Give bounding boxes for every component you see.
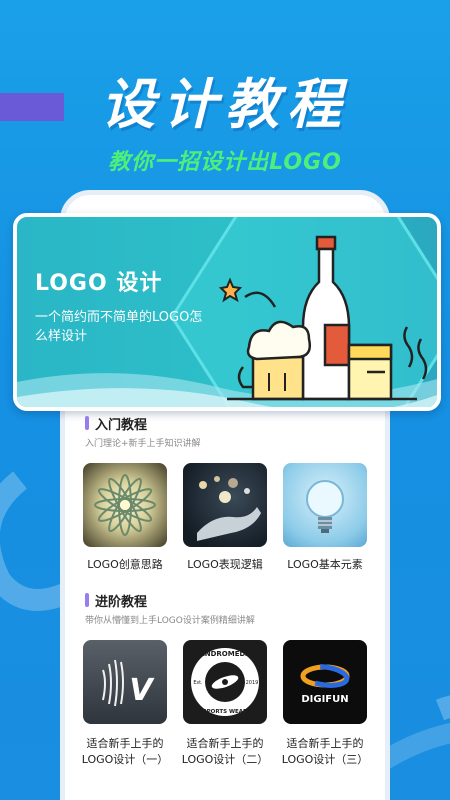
card-label: LOGO基本元素 <box>287 558 363 571</box>
petals-icon <box>94 474 156 536</box>
digifun-text: DIGIFUN <box>301 694 348 705</box>
card-label-line-2: LOGO设计（一） <box>81 753 169 766</box>
thumbnail-digifun: DIGIFUN <box>283 640 367 724</box>
section-marker <box>85 416 89 430</box>
tutorial-card[interactable]: LOGO基本元素 <box>280 463 370 573</box>
card-label-line-2: LOGO设计（二） <box>181 753 269 766</box>
card-label-line-1: 适合新手上手的 <box>86 737 164 750</box>
thumbnail-elements <box>283 463 367 547</box>
card-label-line-1: 适合新手上手的 <box>186 737 264 750</box>
badge-top-text: ANDROMEDA <box>199 650 251 658</box>
section-beginner: 入门教程 入门理论+新手上手知识讲解 LOGO创意思路 LOGO表现逻辑 LOG… <box>75 412 375 573</box>
beer-bottle-illustration <box>218 235 428 401</box>
card-label: LOGO创意思路 <box>87 558 163 571</box>
card-label-line-2: LOGO设计（三） <box>281 753 369 766</box>
lightbulb-icon <box>306 480 344 533</box>
banner-title: LOGO 设计 <box>35 271 163 296</box>
badge-bottom-text: SPORTS WEAR <box>203 709 248 715</box>
section-advanced: 进阶教程 带你从懵懂到上手LOGO设计案例精细讲解 V 适合新手上手的 LOGO… <box>75 589 375 768</box>
thumbnail-logo-v: V <box>83 640 167 724</box>
section-description: 带你从懵懂到上手LOGO设计案例精细讲解 <box>85 616 255 626</box>
andromeda-badge-icon: ANDROMEDA SPORTS WEAR Est. 2019 <box>191 648 259 716</box>
v-logo-icon: V <box>102 659 155 708</box>
tutorial-card[interactable]: LOGO表现逻辑 <box>180 463 270 573</box>
tutorial-card[interactable]: DIGIFUN 适合新手上手的 LOGO设计（三） <box>280 640 370 768</box>
thumbnail-creative <box>83 463 167 547</box>
v-logo-text: V <box>129 673 155 708</box>
badge-left-text: Est. <box>193 680 203 686</box>
digifun-logo-icon: DIGIFUN <box>300 664 350 705</box>
thumbnail-logic <box>183 463 267 547</box>
hand-planets-icon <box>197 476 261 541</box>
card-label: 适合新手上手的 LOGO设计（三） <box>280 736 370 768</box>
section-marker <box>85 593 89 607</box>
card-label: 适合新手上手的 LOGO设计（一） <box>80 736 170 768</box>
card-label-line-1: 适合新手上手的 <box>286 737 364 750</box>
tutorial-card[interactable]: LOGO创意思路 <box>80 463 170 573</box>
section-title: 入门教程 <box>95 417 148 433</box>
thumbnail-andromeda: ANDROMEDA SPORTS WEAR Est. 2019 <box>183 640 267 724</box>
featured-banner[interactable]: LOGO 设计 一个简约而不简单的LOGO怎么样设计 <box>13 213 441 411</box>
card-label: LOGO表现逻辑 <box>187 558 263 571</box>
card-label: 适合新手上手的 LOGO设计（二） <box>180 736 270 768</box>
tutorial-card[interactable]: ANDROMEDA SPORTS WEAR Est. 2019 适合新手上手的 … <box>180 640 270 768</box>
section-description: 入门理论+新手上手知识讲解 <box>85 439 201 449</box>
section-title: 进阶教程 <box>95 594 148 610</box>
hero-title: 设计教程 <box>101 73 349 136</box>
tutorial-content: 入门教程 入门理论+新手上手知识讲解 LOGO创意思路 LOGO表现逻辑 LOG… <box>75 412 375 768</box>
hero-subtitle: 教你一招设计出LOGO <box>108 150 342 175</box>
banner-description: 一个简约而不简单的LOGO怎么样设计 <box>35 310 203 344</box>
tutorial-card[interactable]: V 适合新手上手的 LOGO设计（一） <box>80 640 170 768</box>
badge-right-text: 2019 <box>246 680 259 686</box>
